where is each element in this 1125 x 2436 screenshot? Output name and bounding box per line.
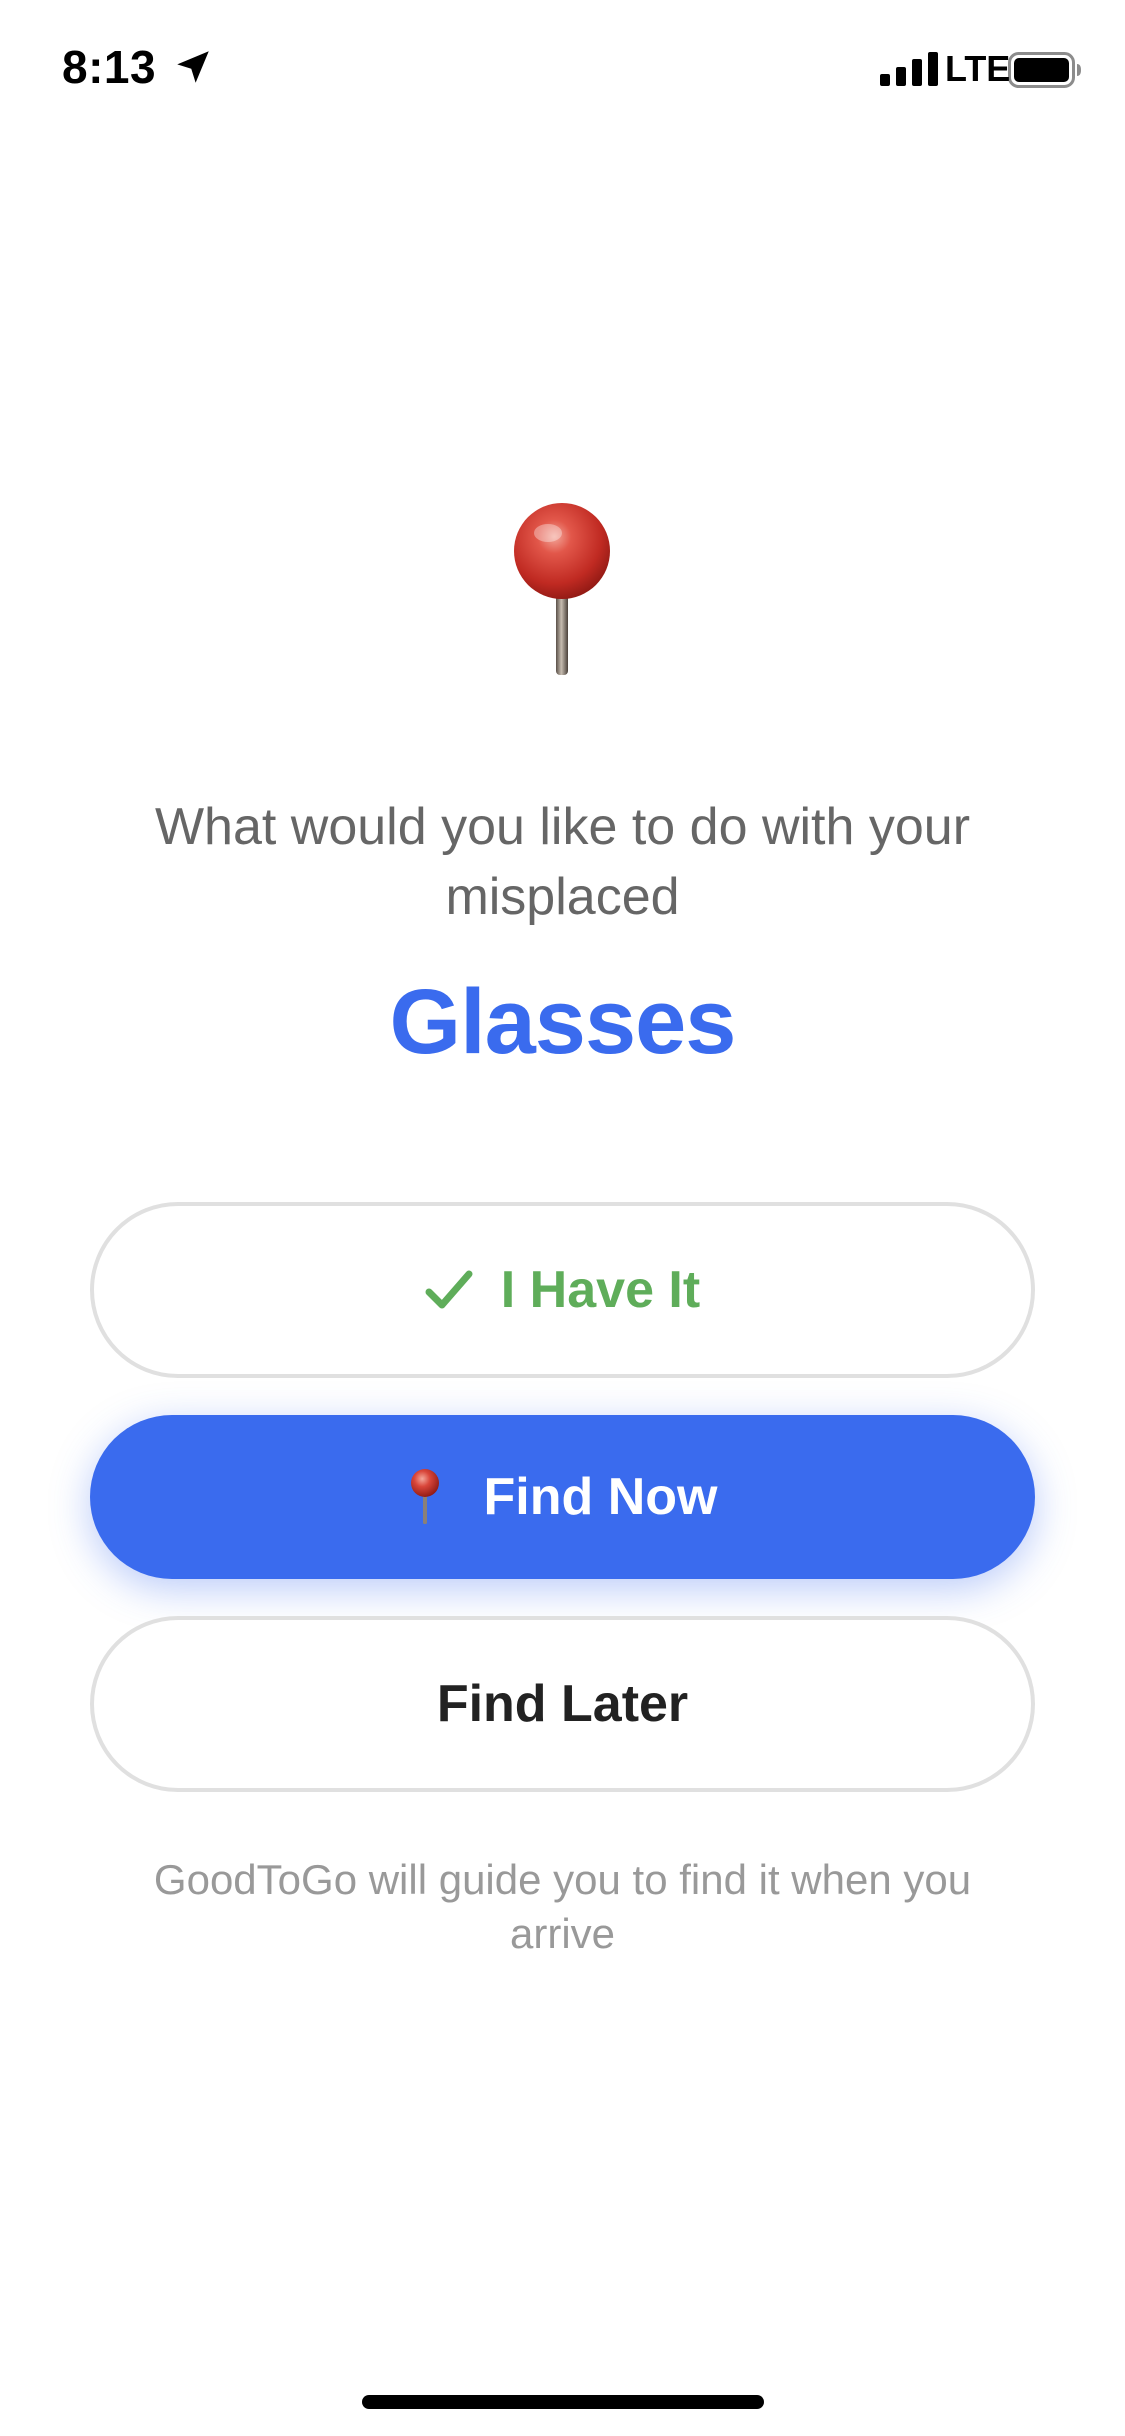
item-name: Glasses	[389, 971, 737, 1073]
network-type-label: LTE	[945, 48, 1011, 89]
status-time: 8:13	[62, 41, 157, 93]
pushpin-icon	[514, 503, 610, 675]
location-arrow-icon	[177, 51, 209, 83]
hint-text: GoodToGo will guide you to find it when …	[153, 1856, 972, 1957]
signal-icon	[880, 52, 938, 86]
battery-icon	[1008, 52, 1081, 88]
pushpin-icon	[410, 1469, 439, 1524]
i-have-it-label: I Have It	[500, 1261, 701, 1319]
find-later-label: Find Later	[436, 1675, 689, 1733]
home-indicator[interactable]	[362, 2395, 764, 2409]
find-later-button[interactable]: Find Later	[90, 1616, 1035, 1792]
prompt-text: What would you like to do with your misp…	[154, 798, 971, 926]
checkmark-icon	[425, 1270, 473, 1309]
find-now-label: Find Now	[483, 1468, 718, 1526]
find-now-button[interactable]: Find Now	[90, 1415, 1035, 1579]
status-bar: 8:13 LTE	[0, 0, 1125, 140]
i-have-it-button[interactable]: I Have It	[90, 1202, 1035, 1378]
